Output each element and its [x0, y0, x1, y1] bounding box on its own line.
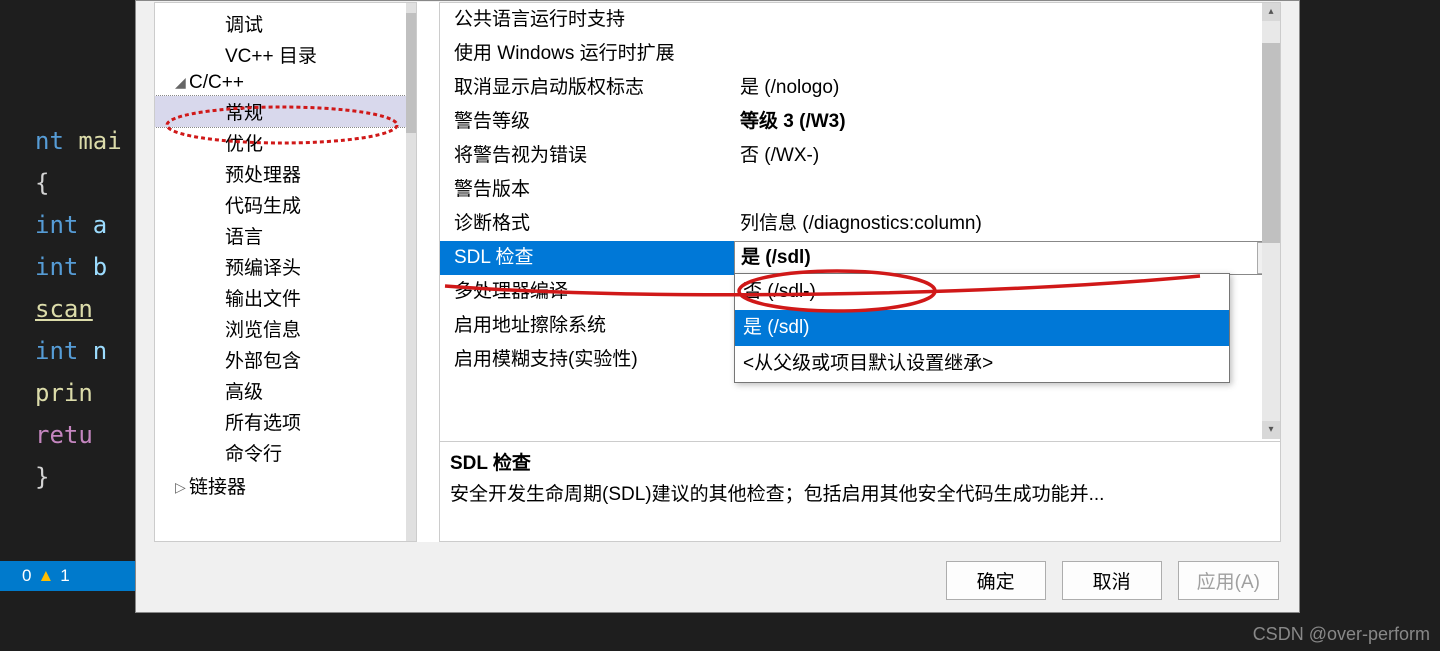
- tree-item-label: 所有选项: [225, 413, 301, 434]
- prop-scrollbar[interactable]: ▴ ▾: [1262, 3, 1280, 439]
- dropdown-item[interactable]: 否 (/sdl-): [735, 274, 1229, 310]
- property-row[interactable]: 取消显示启动版权标志是 (/nologo): [440, 71, 1280, 105]
- property-label: 将警告视为错误: [440, 139, 734, 173]
- tree-item-label: 代码生成: [225, 196, 301, 217]
- property-label: 多处理器编译: [440, 275, 734, 309]
- property-label: 警告版本: [440, 173, 734, 207]
- tree-item-label: 外部包含: [225, 351, 301, 372]
- property-label: SDL 检查: [440, 241, 734, 275]
- help-title: SDL 检查: [450, 448, 1270, 475]
- code-editor-background: nt mai { int a int b scan int n prin ret…: [0, 0, 140, 560]
- property-row[interactable]: 诊断格式列信息 (/diagnostics:column): [440, 207, 1280, 241]
- tree-item[interactable]: 所有选项: [155, 406, 416, 437]
- tree-item-label: 语言: [225, 227, 263, 248]
- property-row[interactable]: 将警告视为错误否 (/WX-): [440, 139, 1280, 173]
- apply-button[interactable]: 应用(A): [1178, 561, 1279, 600]
- property-label: 公共语言运行时支持: [440, 3, 734, 37]
- tree-item[interactable]: 常规: [155, 96, 416, 127]
- property-value[interactable]: 列信息 (/diagnostics:column): [734, 207, 1280, 241]
- warning-icon: ▲: [37, 566, 54, 586]
- tree-item[interactable]: VC++ 目录: [155, 39, 416, 70]
- help-text: 安全开发生命周期(SDL)建议的其他检查；包括启用其他安全代码生成功能并...: [450, 479, 1270, 506]
- tree-item[interactable]: 代码生成: [155, 189, 416, 220]
- tree-item-label: C/C++: [189, 72, 244, 93]
- tree-item-label: VC++ 目录: [225, 46, 317, 67]
- tree-item-label: 常规: [225, 103, 263, 124]
- tree-item[interactable]: 预编译头: [155, 251, 416, 282]
- property-value[interactable]: [734, 3, 1280, 37]
- property-label: 启用地址擦除系统: [440, 309, 734, 343]
- tree-item-label: 调试: [225, 15, 263, 36]
- scroll-up-icon[interactable]: ▴: [1262, 3, 1280, 21]
- property-value[interactable]: 是 (/sdl)▾: [734, 241, 1280, 275]
- sdl-check-dropdown[interactable]: 否 (/sdl-)是 (/sdl)<从父级或项目默认设置继承>: [734, 273, 1230, 383]
- prop-scroll-thumb[interactable]: [1262, 43, 1280, 243]
- dropdown-item[interactable]: <从父级或项目默认设置继承>: [735, 346, 1229, 382]
- scroll-down-icon[interactable]: ▾: [1262, 421, 1280, 439]
- tree-item-label: 命令行: [225, 444, 282, 465]
- ok-button[interactable]: 确定: [946, 561, 1046, 600]
- help-panel: SDL 检查 安全开发生命周期(SDL)建议的其他检查；包括启用其他安全代码生成…: [440, 441, 1280, 541]
- tree-panel[interactable]: 调试 VC++ 目录 ◢C/C++ 常规优化预处理器代码生成语言预编译头输出文件浏览信…: [154, 2, 417, 542]
- tree-item-label: 高级: [225, 382, 263, 403]
- tree-item-label: 浏览信息: [225, 320, 301, 341]
- property-value[interactable]: 是 (/nologo): [734, 71, 1280, 105]
- status-bar: 0 ▲ 1: [0, 561, 140, 591]
- tree-item[interactable]: 命令行: [155, 437, 416, 468]
- expand-icon[interactable]: ▷: [175, 479, 189, 496]
- tree-item[interactable]: 高级: [155, 375, 416, 406]
- dropdown-item[interactable]: 是 (/sdl): [735, 310, 1229, 346]
- tree-item[interactable]: 预处理器: [155, 158, 416, 189]
- tree-scrollbar[interactable]: [406, 3, 416, 541]
- tree-item-label: 预编译头: [225, 258, 301, 279]
- property-value[interactable]: [734, 173, 1280, 207]
- property-row[interactable]: SDL 检查是 (/sdl)▾: [440, 241, 1280, 275]
- expand-icon[interactable]: ◢: [175, 74, 189, 91]
- error-count: 0: [22, 566, 31, 586]
- warning-count: 1: [60, 566, 69, 586]
- property-value[interactable]: 否 (/WX-): [734, 139, 1280, 173]
- tree-scroll-thumb[interactable]: [406, 13, 416, 133]
- property-label: 警告等级: [440, 105, 734, 139]
- property-label: 诊断格式: [440, 207, 734, 241]
- property-value[interactable]: 等级 3 (/W3): [734, 105, 1280, 139]
- property-label: 启用模糊支持(实验性): [440, 343, 734, 377]
- tree-item[interactable]: 调试: [155, 8, 416, 39]
- tree-item-label: 预处理器: [225, 165, 301, 186]
- tree-item[interactable]: 浏览信息: [155, 313, 416, 344]
- cancel-button[interactable]: 取消: [1062, 561, 1162, 600]
- tree-item[interactable]: 语言: [155, 220, 416, 251]
- property-value[interactable]: [734, 37, 1280, 71]
- property-panel: 公共语言运行时支持使用 Windows 运行时扩展取消显示启动版权标志是 (/n…: [439, 2, 1281, 542]
- tree-item[interactable]: ▷链接器: [155, 470, 416, 501]
- button-bar: 确定 取消 应用(A): [946, 561, 1279, 600]
- tree-item[interactable]: 输出文件: [155, 282, 416, 313]
- tree-item-label: 优化: [225, 134, 263, 155]
- property-row[interactable]: 公共语言运行时支持: [440, 3, 1280, 37]
- property-row[interactable]: 使用 Windows 运行时扩展: [440, 37, 1280, 71]
- tree-item[interactable]: 优化: [155, 127, 416, 158]
- property-label: 取消显示启动版权标志: [440, 71, 734, 105]
- watermark: CSDN @over-perform: [1253, 624, 1430, 645]
- property-pages-dialog: 调试 VC++ 目录 ◢C/C++ 常规优化预处理器代码生成语言预编译头输出文件浏览信…: [135, 0, 1300, 613]
- property-row[interactable]: 警告等级等级 3 (/W3): [440, 105, 1280, 139]
- tree-item-label: 链接器: [189, 477, 246, 498]
- property-label: 使用 Windows 运行时扩展: [440, 37, 734, 71]
- property-row[interactable]: 警告版本: [440, 173, 1280, 207]
- tree-item[interactable]: ◢C/C++: [155, 70, 416, 96]
- tree-item-label: 输出文件: [225, 289, 301, 310]
- tree-item[interactable]: 外部包含: [155, 344, 416, 375]
